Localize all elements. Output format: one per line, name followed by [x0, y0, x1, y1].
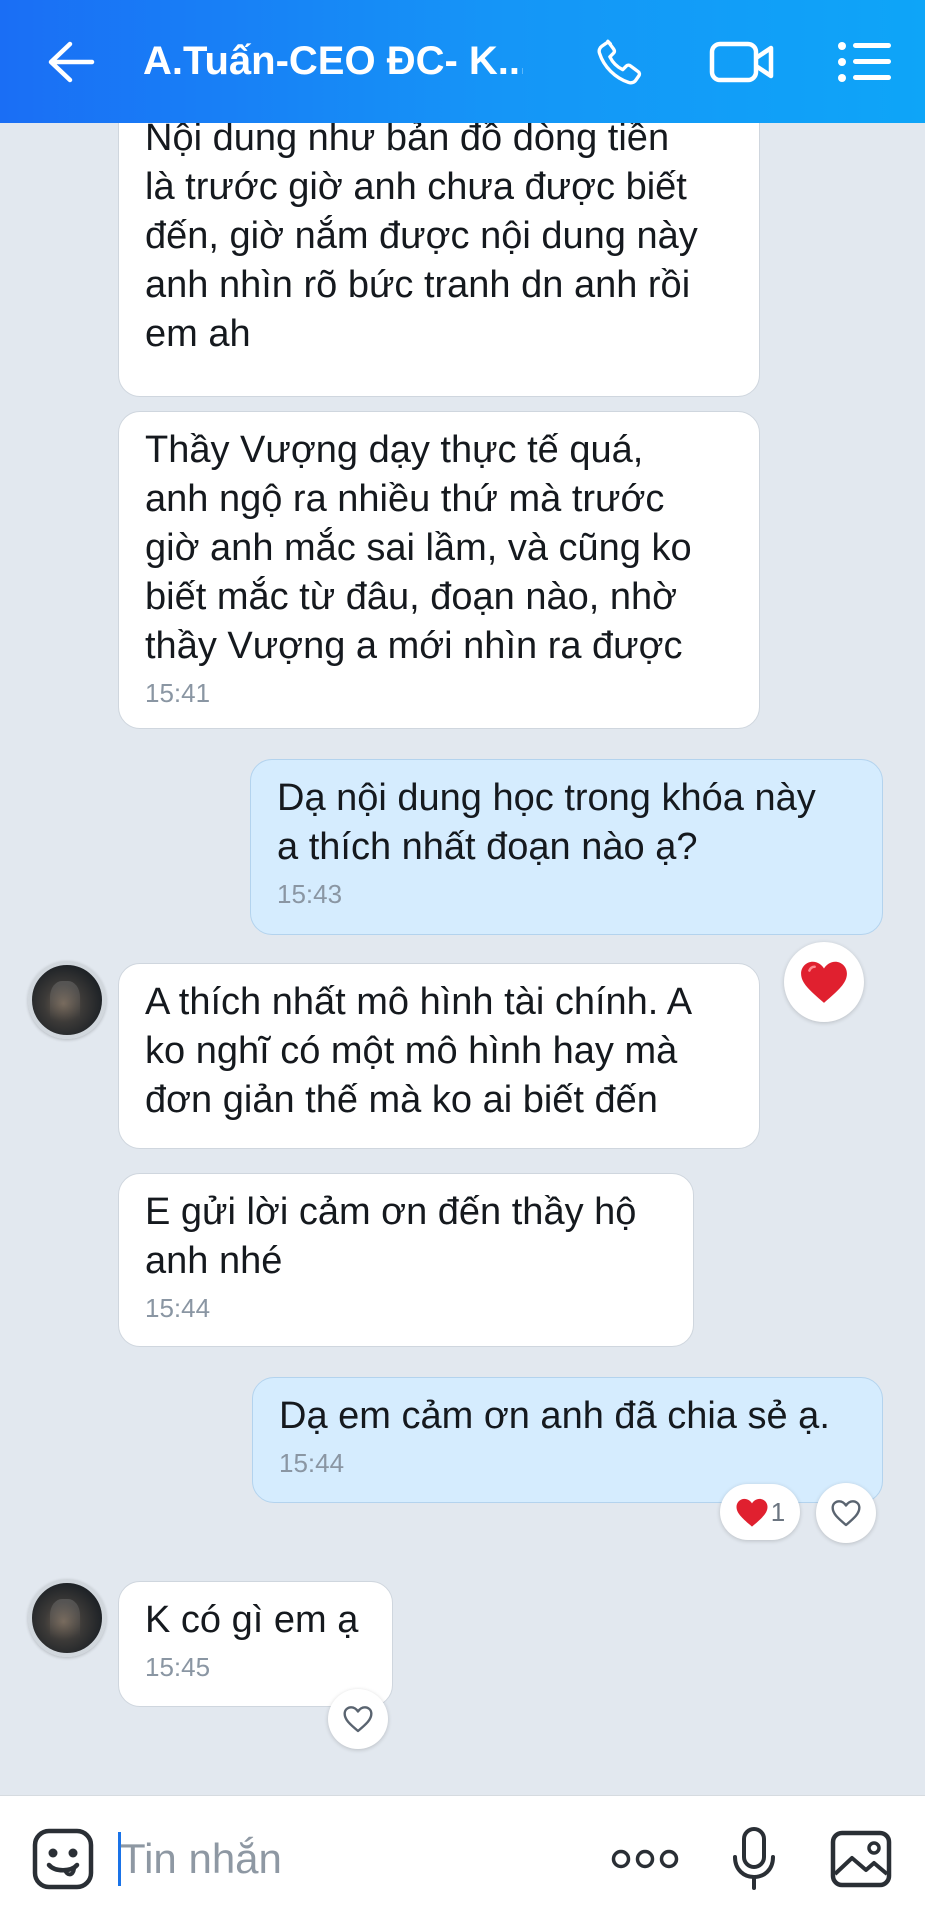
red-heart-icon: [801, 961, 847, 1003]
heart-outline-icon: [343, 1706, 373, 1733]
message-bubble[interactable]: A thích nhất mô hình tài chính. A ko ngh…: [118, 963, 760, 1149]
photo-button[interactable]: [826, 1796, 896, 1921]
message-bubble[interactable]: Nội dung như bản đồ dòng tiền là trước g…: [118, 123, 760, 397]
chat-menu-button[interactable]: [830, 0, 900, 123]
reaction-count: 1: [770, 1496, 786, 1527]
message-time: 15:43: [277, 879, 343, 909]
list-menu-icon: [838, 41, 891, 82]
react-button[interactable]: [328, 1689, 388, 1749]
react-button[interactable]: [816, 1483, 876, 1543]
message-bubble[interactable]: K có gì em ạ 15:45: [118, 1581, 393, 1707]
sticker-button[interactable]: [28, 1796, 98, 1921]
arrow-left-icon: [48, 41, 95, 82]
more-dots-icon: [611, 1849, 679, 1868]
video-camera-icon: [709, 41, 774, 82]
avatar[interactable]: [28, 961, 106, 1039]
chat-header: A.Tuấn-CEO ĐC- K...: [0, 0, 925, 123]
avatar[interactable]: [28, 1579, 106, 1657]
message-input[interactable]: [118, 1818, 582, 1900]
image-icon: [830, 1830, 892, 1887]
heart-reaction[interactable]: [784, 942, 864, 1022]
message-text: Thầy Vượng dạy thực tế quá, anh ngộ ra n…: [145, 429, 692, 667]
message-bubble[interactable]: Dạ nội dung học trong khóa này a thích n…: [250, 759, 883, 935]
message-text: Dạ em cảm ơn anh đã chia sẻ ạ.: [279, 1395, 830, 1437]
microphone-icon: [733, 1826, 775, 1890]
composer-bar: [0, 1795, 925, 1921]
message-text: Dạ nội dung học trong khóa này a thích n…: [277, 777, 816, 868]
message-text: A thích nhất mô hình tài chính. A ko ngh…: [145, 981, 693, 1121]
red-heart-icon: [736, 1498, 768, 1527]
message-list[interactable]: Nội dung như bản đồ dòng tiền là trước g…: [0, 123, 925, 1795]
message-time: 15:44: [145, 1293, 211, 1323]
chat-title[interactable]: A.Tuấn-CEO ĐC- K...: [143, 0, 523, 123]
message-text: E gửi lời cảm ơn đến thầy hộ anh nhé: [145, 1191, 637, 1282]
more-options-button[interactable]: [605, 1796, 685, 1921]
message-text: Nội dung như bản đồ dòng tiền là trước g…: [145, 123, 698, 355]
message-bubble[interactable]: E gửi lời cảm ơn đến thầy hộ anh nhé 15:…: [118, 1173, 694, 1347]
phone-icon: [597, 39, 642, 85]
back-button[interactable]: [28, 0, 114, 123]
sticker-face-icon: [32, 1828, 94, 1889]
message-time: 15:44: [279, 1448, 345, 1478]
message-bubble[interactable]: Thầy Vượng dạy thực tế quá, anh ngộ ra n…: [118, 411, 760, 729]
heart-outline-icon: [831, 1500, 861, 1527]
reaction-summary[interactable]: 1: [720, 1484, 800, 1540]
message-text: K có gì em ạ: [145, 1599, 359, 1641]
voice-message-button[interactable]: [722, 1796, 786, 1921]
message-bubble[interactable]: Dạ em cảm ơn anh đã chia sẻ ạ. 15:44: [252, 1377, 883, 1503]
message-time: 15:45: [145, 1652, 211, 1682]
video-call-button[interactable]: [700, 0, 784, 123]
voice-call-button[interactable]: [585, 0, 655, 123]
message-time: 15:41: [145, 678, 211, 708]
